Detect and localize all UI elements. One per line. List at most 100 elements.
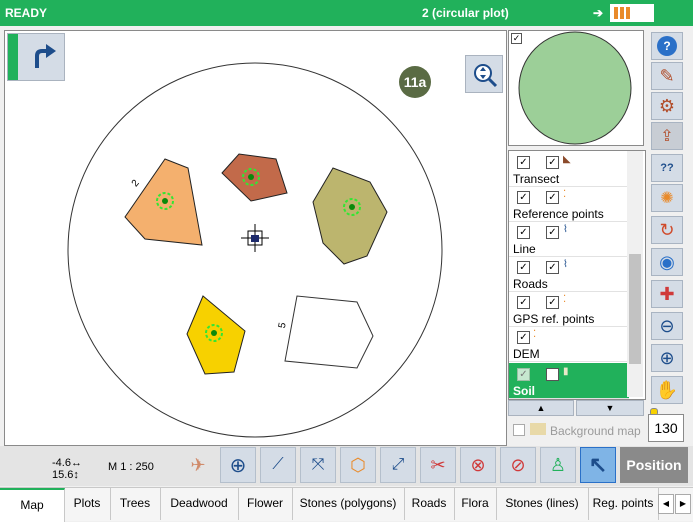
tab-plots[interactable]: Plots <box>64 488 111 520</box>
edit-checkbox[interactable]: ✓ <box>546 261 559 274</box>
tab-trees[interactable]: Trees <box>110 488 161 520</box>
edit-checkbox[interactable]: ✓ <box>546 191 559 204</box>
edit-polygon-button[interactable]: ⬡ <box>340 447 376 483</box>
settings-button[interactable]: ✎ <box>651 62 683 90</box>
move-layer-down-button[interactable]: ▼ <box>576 400 644 416</box>
layer-scrollbar[interactable] <box>627 151 643 397</box>
question-compare-icon: ?? <box>660 162 674 174</box>
coord-x: -4.6↔ <box>52 457 82 469</box>
visible-checkbox[interactable]: ✓ <box>517 331 530 344</box>
tab-flora[interactable]: Flora <box>454 488 497 520</box>
upload-icon: ⇪ <box>660 128 674 145</box>
zoom-fit-button[interactable] <box>465 55 503 93</box>
select-tool-button[interactable]: ↖ <box>580 447 616 483</box>
zoom-out-button[interactable]: ⊖ <box>651 312 683 340</box>
target-icon: ⊕ <box>229 454 247 477</box>
person-button[interactable]: ♙ <box>540 447 576 483</box>
move-vertex-button[interactable]: ⤧ <box>300 447 336 483</box>
visible-checkbox[interactable]: ✓ <box>517 156 530 169</box>
cut-button[interactable]: ✂ <box>420 447 456 483</box>
scrollbar-thumb[interactable] <box>629 254 641 364</box>
position-button[interactable]: Position <box>620 447 688 483</box>
target-button[interactable]: ⊕ <box>220 447 256 483</box>
zoom-out-icon: ⊖ <box>659 315 675 336</box>
gps-button[interactable]: ✈ <box>180 447 216 483</box>
overview-preview[interactable]: ✓ <box>508 30 644 146</box>
layer-item-soil[interactable]: ✓ ▮ Soil <box>509 363 629 399</box>
compare-button[interactable]: ?? <box>651 154 683 182</box>
edit-checkbox[interactable]: ✓ <box>546 156 559 169</box>
redo-arrow-icon <box>35 44 56 68</box>
soil-icon: ▮ <box>563 366 569 377</box>
layer-item-roads[interactable]: ✓ ✓ ⌇ Roads <box>509 256 629 292</box>
tab-map[interactable]: Map <box>0 488 65 522</box>
background-map-checkbox[interactable] <box>513 424 525 436</box>
globe-icon: ◉ <box>659 251 675 272</box>
line-icon: ⌇ <box>563 224 568 235</box>
edit-checkbox[interactable] <box>546 368 559 381</box>
tab-stones-lines[interactable]: Stones (lines) <box>496 488 589 520</box>
polygon-olive <box>312 167 388 265</box>
layer-item-dem[interactable]: ✓ ⁚ DEM <box>509 326 629 362</box>
help-icon: ? <box>657 36 677 56</box>
zoom-value: 130 <box>648 414 684 442</box>
layer-label: Line <box>513 242 536 256</box>
background-map-label: Background map <box>550 424 641 438</box>
preview-circle <box>518 31 632 145</box>
visible-checkbox[interactable]: ✓ <box>517 368 530 381</box>
polygon-white <box>284 295 374 369</box>
tab-scroll-right-button[interactable]: ▶ <box>675 494 691 514</box>
tab-roads[interactable]: Roads <box>404 488 455 520</box>
edit-checkbox[interactable]: ✓ <box>546 296 559 309</box>
edit-checkbox[interactable]: ✓ <box>546 226 559 239</box>
plot-badge: 11a <box>399 66 431 98</box>
tab-scroll-left-button[interactable]: ◀ <box>658 494 674 514</box>
globe-button[interactable]: ◉ <box>651 248 683 276</box>
map-canvas[interactable]: 2 5 11a <box>4 30 507 446</box>
rotate-button[interactable] <box>7 33 65 81</box>
vertex-move-icon: ⤧ <box>311 456 325 473</box>
tab-stones-polygons[interactable]: Stones (polygons) <box>292 488 405 520</box>
layer-item-reference-points[interactable]: ✓ ✓ ⁚ Reference points <box>509 186 629 222</box>
pan-button[interactable]: ✋ <box>651 376 683 404</box>
refresh-button[interactable]: ↻ <box>651 216 683 244</box>
configure-button[interactable]: ⚙ <box>651 92 683 120</box>
tab-reg-points[interactable]: Reg. points <box>588 488 659 520</box>
sparkle-button[interactable]: ✺ <box>651 184 683 212</box>
visible-checkbox[interactable]: ✓ <box>517 296 530 309</box>
polygon-brown <box>221 153 288 202</box>
visible-checkbox[interactable]: ✓ <box>517 261 530 274</box>
move-layer-up-button[interactable]: ▲ <box>508 400 574 416</box>
background-map-toggle[interactable]: Background map <box>510 421 644 441</box>
coord-y: 15.6↕ <box>52 469 79 481</box>
plot-title: 2 (circular plot) <box>422 6 509 20</box>
zoom-fit-icon <box>474 64 498 88</box>
tab-flower[interactable]: Flower <box>238 488 293 520</box>
points-icon: ⁚ <box>563 189 567 200</box>
visible-checkbox[interactable]: ✓ <box>517 226 530 239</box>
gear-icon: ⚙ <box>658 95 676 116</box>
arrow-right-icon: ➔ <box>593 6 604 20</box>
layer-list[interactable]: ✓ ✓ ◣ Transect ✓ ✓ ⁚ Reference points ✓ … <box>508 150 646 400</box>
polygon-icon: ◣ <box>563 154 571 165</box>
help-button[interactable]: ? <box>651 32 683 60</box>
sparkle-icon: ✺ <box>660 190 674 207</box>
split-button[interactable]: ⤢ <box>380 447 416 483</box>
add-vertex-button[interactable]: ⟋ <box>260 447 296 483</box>
tab-deadwood[interactable]: Deadwood <box>160 488 239 520</box>
scissors-icon: ✂ <box>430 454 446 475</box>
zoom-in-button[interactable]: ⊕ <box>651 344 683 372</box>
layer-label: DEM <box>513 347 540 361</box>
visible-checkbox[interactable]: ✓ <box>517 191 530 204</box>
layer-item-gps-ref-points[interactable]: ✓ ✓ ⁚ GPS ref. points <box>509 291 629 327</box>
layer-label: GPS ref. points <box>513 312 595 326</box>
folder-icon <box>530 423 546 435</box>
hand-icon: ✋ <box>655 379 679 400</box>
status-bar: READY 2 (circular plot) ➔ <box>0 0 693 26</box>
layer-item-transect[interactable]: ✓ ✓ ◣ Transect <box>509 151 629 187</box>
shrink-button[interactable]: ✚ <box>651 280 683 308</box>
delete-vertex-button[interactable]: ⊗ <box>460 447 496 483</box>
export-button[interactable]: ⇪ <box>651 122 683 150</box>
delete-point-button[interactable]: ⊘ <box>500 447 536 483</box>
layer-item-line[interactable]: ✓ ✓ ⌇ Line <box>509 221 629 257</box>
